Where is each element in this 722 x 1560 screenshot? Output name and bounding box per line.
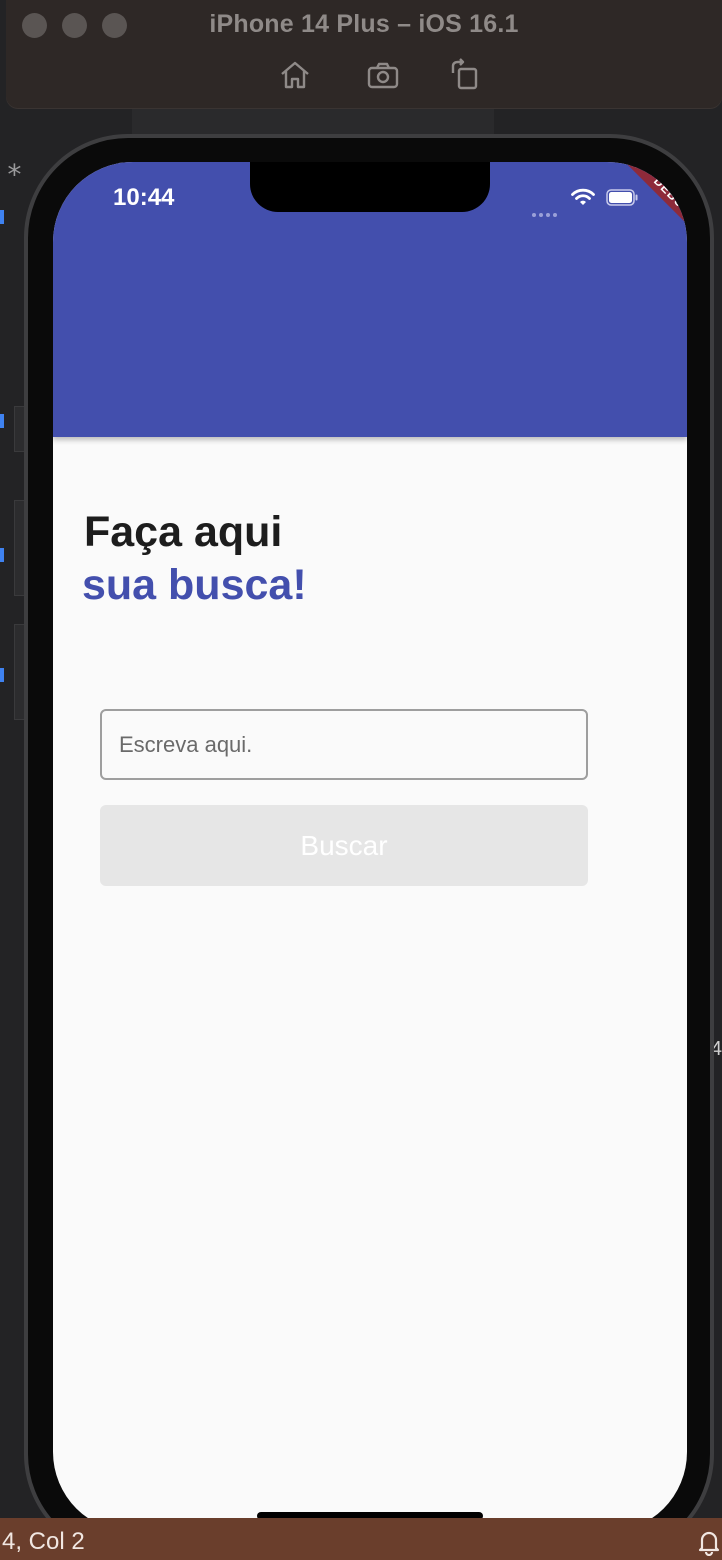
dynamic-notch [250,162,490,212]
simulator-title: iPhone 14 Plus – iOS 16.1 [209,10,519,38]
wifi-icon [570,187,596,207]
ide-gutter-marker [0,414,4,428]
search-input[interactable] [100,709,588,780]
simulator-titlebar: iPhone 14 Plus – iOS 16.1 [6,0,722,108]
ide-gutter-marker [0,548,4,562]
page-title-line2: sua busca! [82,561,307,609]
page-title-line1: Faça aqui [84,508,283,556]
notification-bell-icon[interactable] [698,1528,720,1557]
screenshot-icon[interactable] [366,58,400,92]
app-screen: 10:44 DEBUG Faça aqui sua busca! Buscar [53,162,687,1532]
ide-cursor-position: 4, Col 2 [2,1528,85,1555]
cellular-signal-icon [532,204,562,217]
ide-gutter-marker [0,210,4,224]
ide-tab-modified-icon: * [6,158,23,191]
search-button[interactable]: Buscar [100,805,588,886]
desktop: * 4 iPhone 14 Plus – iOS 16.1 10:44 DEBU… [0,0,722,1560]
battery-icon [606,189,639,206]
status-time: 10:44 [113,184,175,211]
rotate-icon[interactable] [448,58,482,92]
ide-status-bar [0,1518,722,1560]
ide-gutter-marker [0,668,4,682]
home-icon[interactable] [278,58,312,92]
